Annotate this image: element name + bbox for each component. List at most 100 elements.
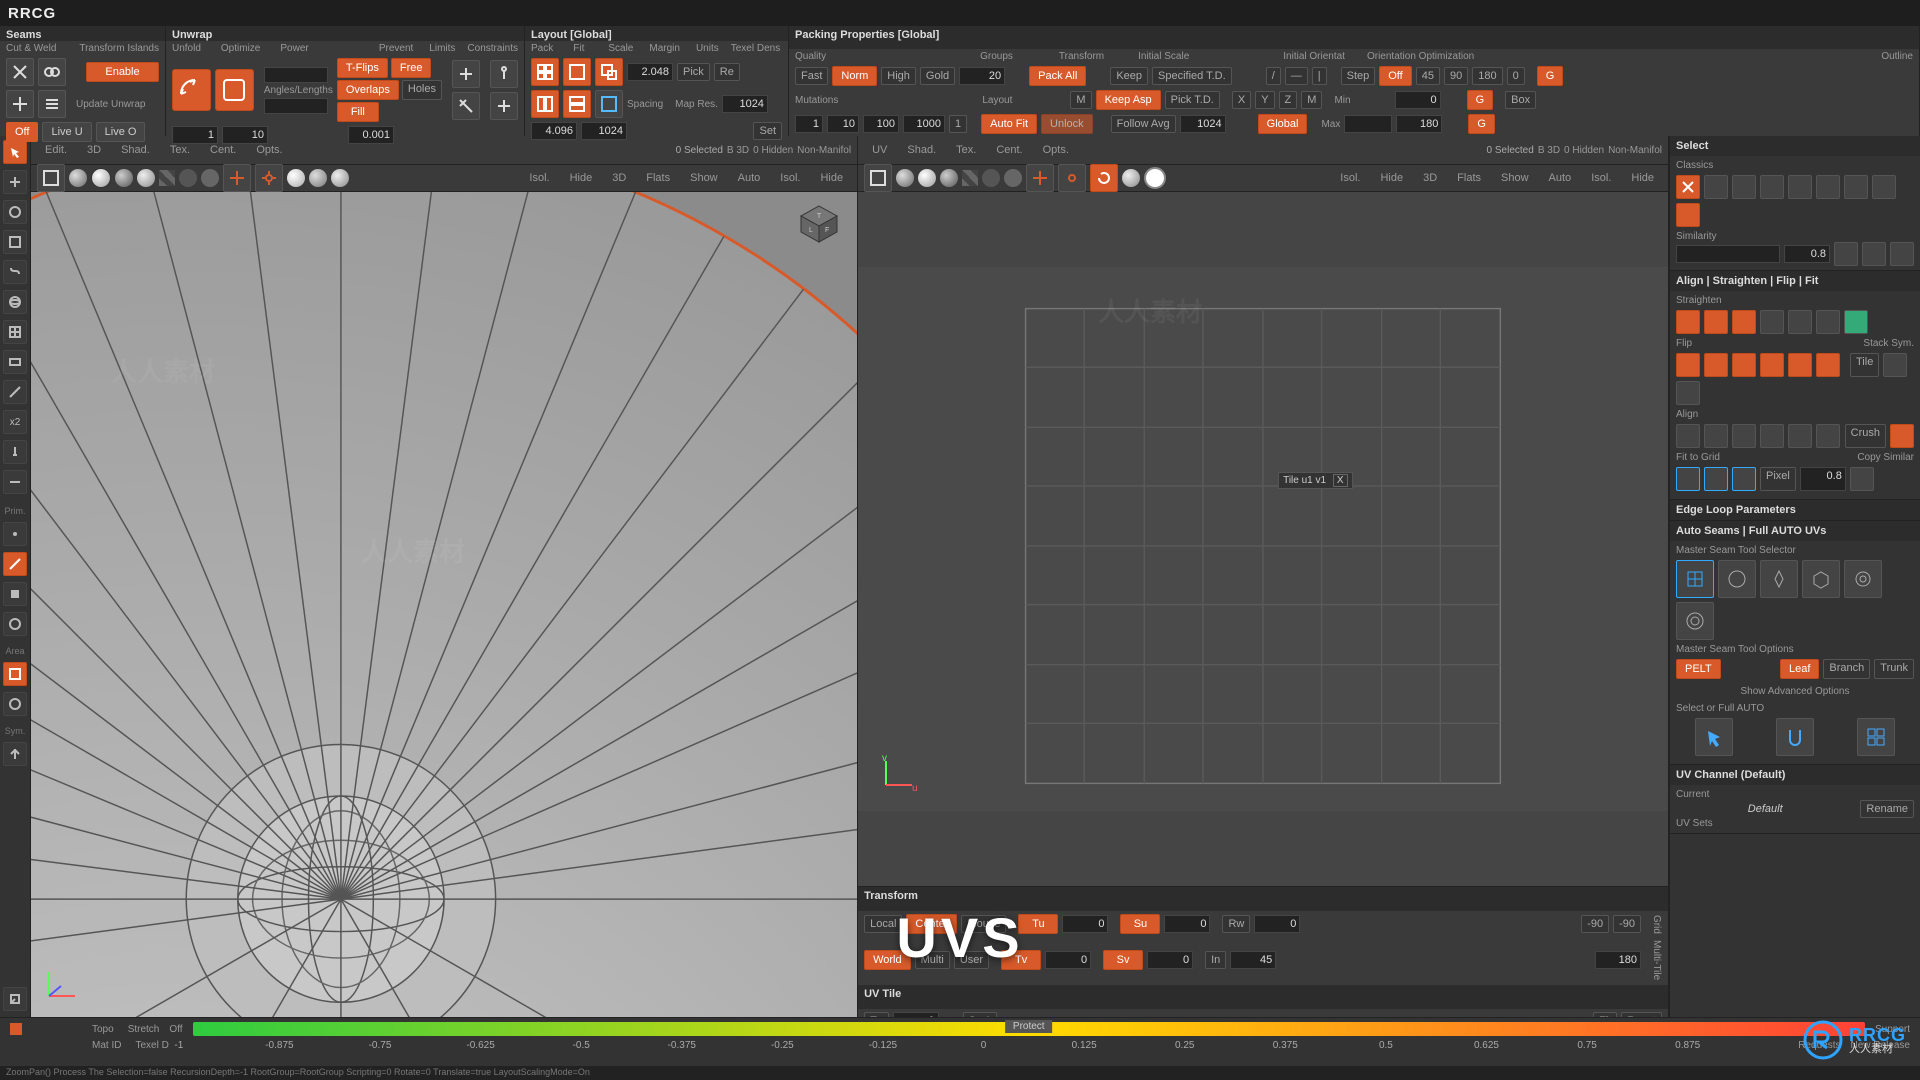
edge-mode-icon[interactable] <box>3 552 27 576</box>
fit-v2-icon[interactable] <box>563 90 591 118</box>
max-val[interactable]: 180 <box>1396 115 1442 133</box>
sfa-uv-icon[interactable] <box>1776 718 1814 756</box>
orient-0[interactable]: 0 <box>1507 67 1525 85</box>
auto-btn[interactable]: Auto <box>730 170 769 186</box>
rw-val[interactable]: 0 <box>1254 915 1300 933</box>
holes-button[interactable]: Holes <box>402 80 442 100</box>
shade-2[interactable] <box>91 168 111 188</box>
sv-val[interactable]: 0 <box>1147 951 1193 969</box>
as-mosaic-icon[interactable] <box>1718 560 1756 598</box>
3d-btn[interactable]: 3D <box>604 170 634 186</box>
outline-g1[interactable]: G <box>1537 66 1564 86</box>
uv-shade-1[interactable] <box>896 169 914 187</box>
crush-btn[interactable]: Crush <box>1845 424 1886 448</box>
pack-all-button[interactable]: Pack All <box>1029 66 1086 86</box>
show-btn[interactable]: Show <box>682 170 726 186</box>
shade-6b[interactable] <box>309 169 327 187</box>
uv-shade-3[interactable] <box>940 169 958 187</box>
pin-tool-icon[interactable] <box>3 440 27 464</box>
al-3-icon[interactable] <box>1732 424 1756 448</box>
edge-tool-icon[interactable] <box>3 380 27 404</box>
as-sphere-icon[interactable] <box>1844 560 1882 598</box>
high-button[interactable]: High <box>881 67 916 85</box>
fg-2-icon[interactable] <box>1704 467 1728 491</box>
sphere-tool-icon[interactable] <box>3 290 27 314</box>
pack-v1-icon[interactable] <box>531 58 559 86</box>
sel-grid1-icon[interactable] <box>1704 175 1728 199</box>
pos90-btn[interactable]: -90 <box>1613 915 1641 933</box>
uv-shade-4[interactable] <box>982 169 1000 187</box>
off-toggle[interactable]: Off <box>6 122 38 142</box>
sel-island-icon[interactable] <box>1676 203 1700 227</box>
pack-v3-icon[interactable] <box>595 58 623 86</box>
trunk-btn[interactable]: Trunk <box>1874 659 1914 679</box>
orient-off-button[interactable]: Off <box>1379 66 1411 86</box>
r180-val[interactable]: 180 <box>1595 951 1641 969</box>
tex-val[interactable]: 1024 <box>581 122 627 140</box>
flip-6-icon[interactable] <box>1816 353 1840 377</box>
tab-shad[interactable]: Shad. <box>113 142 158 158</box>
tab-uv-cent[interactable]: Cent. <box>988 142 1030 158</box>
similarity-val[interactable]: 0.8 <box>1784 245 1830 263</box>
mut-v4[interactable]: 1000 <box>903 115 945 133</box>
fill-button[interactable]: Fill <box>337 102 379 122</box>
limits-icon-1[interactable] <box>452 60 480 88</box>
fast-button[interactable]: Fast <box>795 67 828 85</box>
uv-box-icon[interactable] <box>864 164 892 192</box>
st-4-icon[interactable] <box>1788 310 1812 334</box>
sel-grid6-icon[interactable] <box>1844 175 1868 199</box>
viewport-box-icon[interactable] <box>37 164 65 192</box>
t-flips-button[interactable]: T-Flips <box>337 58 388 78</box>
area-circle-icon[interactable] <box>3 692 27 716</box>
sim-icon3[interactable] <box>1890 242 1914 266</box>
isol2-btn[interactable]: Isol. <box>772 170 808 186</box>
light-icon[interactable] <box>287 169 305 187</box>
orient-90[interactable]: 90 <box>1444 67 1468 85</box>
al-2-icon[interactable] <box>1704 424 1728 448</box>
pixel-btn[interactable]: Pixel <box>1760 467 1796 491</box>
overlaps-button[interactable]: Overlaps <box>337 80 399 100</box>
min-val[interactable]: 0 <box>1395 91 1441 109</box>
live-o-toggle[interactable]: Live O <box>96 122 146 142</box>
enable-button[interactable]: Enable <box>86 62 159 82</box>
tab-3d[interactable]: 3D <box>79 142 109 158</box>
local-btn[interactable]: Local <box>864 915 902 933</box>
snap2-icon[interactable] <box>255 164 283 192</box>
follow-avg-button[interactable]: Follow Avg <box>1111 115 1176 133</box>
similarity-slider[interactable] <box>1676 245 1780 263</box>
fg-3-icon[interactable] <box>1732 467 1756 491</box>
unfold-val-1[interactable]: 1 <box>172 126 218 144</box>
sel-grid3-icon[interactable] <box>1760 175 1784 199</box>
free-button[interactable]: Free <box>391 58 432 78</box>
stretch-slider[interactable]: Protect <box>193 1022 1865 1036</box>
re-button[interactable]: Re <box>714 63 740 81</box>
tile-btn[interactable]: Tile <box>1850 353 1879 377</box>
fit-v1-icon[interactable] <box>531 90 559 118</box>
tab-uv-shad[interactable]: Shad. <box>899 142 944 158</box>
area-mode-icon[interactable] <box>3 662 27 686</box>
axis-z[interactable]: Z <box>1279 91 1298 109</box>
uv-tile-close[interactable]: X <box>1333 474 1348 487</box>
sel-grid5-icon[interactable] <box>1816 175 1840 199</box>
branch-btn[interactable]: Branch <box>1823 659 1870 679</box>
x2-tool-icon[interactable]: x2 <box>3 410 27 434</box>
axis-x[interactable]: X <box>1232 91 1251 109</box>
flip-4-icon[interactable] <box>1760 353 1784 377</box>
matid-btn[interactable]: Mat ID <box>92 1040 121 1054</box>
constraints-icon-2[interactable] <box>490 92 518 120</box>
in-val[interactable]: 45 <box>1230 951 1276 969</box>
unfold-val-2[interactable]: 10 <box>222 126 268 144</box>
lasso-tool-icon[interactable] <box>3 260 27 284</box>
constraints-icon-1[interactable] <box>490 60 518 88</box>
sfa-cursor-icon[interactable] <box>1695 718 1733 756</box>
line-tool-icon[interactable] <box>3 470 27 494</box>
st-2-icon[interactable] <box>1732 310 1756 334</box>
keep-button[interactable]: Keep <box>1110 67 1148 85</box>
uv-isol2-btn[interactable]: Isol. <box>1583 170 1619 186</box>
sim-icon2[interactable] <box>1862 242 1886 266</box>
stack-2-icon[interactable] <box>1676 381 1700 405</box>
world-btn[interactable]: World <box>864 950 911 970</box>
unfold-val-3[interactable]: 0.001 <box>348 126 394 144</box>
margin-val[interactable]: 2.048 <box>627 63 673 81</box>
sel-grid4-icon[interactable] <box>1788 175 1812 199</box>
